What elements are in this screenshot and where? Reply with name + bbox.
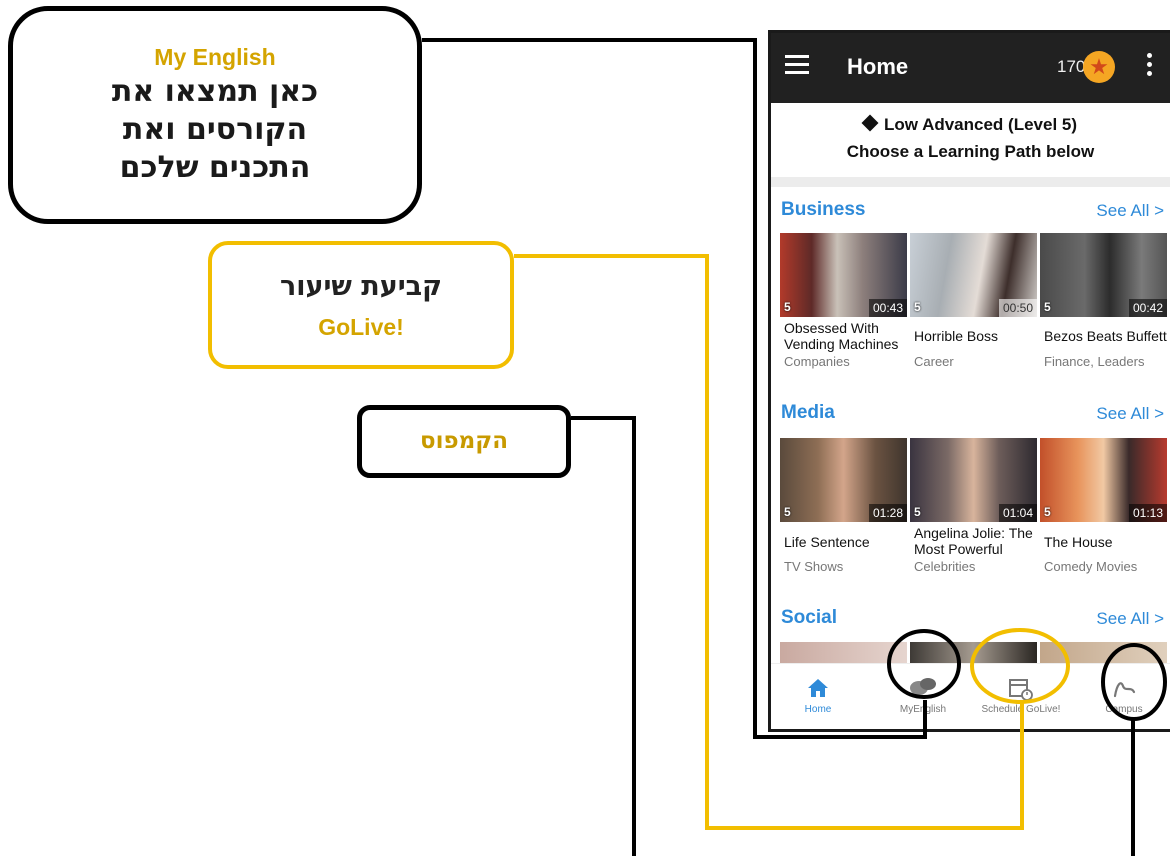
video-thumbnail[interactable]: 5 01:13 (1040, 438, 1167, 522)
app-bar: Home 170 ★ (771, 33, 1170, 103)
my-english-callout-text: כאן תמצאו את הקורסים ואת התכנים שלכם (111, 74, 319, 185)
video-category: TV Shows (784, 559, 844, 574)
video-category: Companies (784, 354, 850, 369)
my-english-callout: My English כאן תמצאו את הקורסים ואת התכנ… (8, 6, 422, 224)
level-badge: 5 (1044, 300, 1051, 314)
video-thumbnail[interactable]: 5 00:50 (910, 233, 1037, 317)
video-tile[interactable]: 5 00:50 Horrible Boss Career (910, 233, 1037, 370)
chat-bubbles-icon (873, 676, 973, 704)
video-category: Comedy Movies (1044, 559, 1138, 574)
see-all-business-link[interactable]: See All > (1096, 201, 1164, 221)
duration-badge: 01:04 (998, 504, 1037, 522)
video-title: Horrible Boss (914, 328, 999, 344)
campus-callout: הקמפוס (357, 405, 571, 478)
see-all-media-link[interactable]: See All > (1096, 404, 1164, 424)
video-thumbnail[interactable]: 5 00:43 (780, 233, 907, 317)
duration-badge: 00:43 (868, 299, 907, 317)
video-thumbnail[interactable] (910, 642, 1037, 663)
video-title: Angelina Jolie: The Most Powerful (914, 525, 1033, 557)
duration-badge: 00:50 (998, 299, 1037, 317)
level-badge: 5 (1044, 505, 1051, 519)
golive-callout-title: GoLive! (318, 314, 404, 340)
nav-campus[interactable]: Campus (1074, 676, 1170, 715)
more-options-icon[interactable] (1147, 53, 1153, 80)
video-title: Obsessed With Vending Machines (784, 320, 899, 352)
video-thumbnail[interactable] (1040, 642, 1167, 663)
nav-label: MyEnglish (899, 704, 947, 715)
my-english-callout-title: My English (154, 44, 276, 70)
video-tile[interactable]: 5 00:42 Bezos Beats Buffett Finance, Lea… (1040, 233, 1167, 370)
level-header: Low Advanced (Level 5) Choose a Learning… (771, 111, 1170, 165)
home-icon (771, 676, 868, 704)
section-title-social: Social (781, 607, 837, 628)
video-thumbnail[interactable]: 5 01:04 (910, 438, 1037, 522)
video-category: Career (914, 354, 954, 369)
calendar-clock-icon (971, 676, 1071, 704)
bottom-navigation: Home MyEnglish Schedule GoLive! Campus (771, 663, 1170, 729)
section-title-business: Business (781, 199, 866, 220)
video-thumbnail[interactable]: 5 01:28 (780, 438, 907, 522)
duration-badge: 01:13 (1128, 504, 1167, 522)
learning-path-subtitle: Choose a Learning Path below (846, 142, 1095, 161)
video-tile[interactable]: 5 01:04 Angelina Jolie: The Most Powerfu… (910, 438, 1037, 575)
campus-swoosh-icon (1074, 676, 1170, 704)
level-badge: 5 (914, 300, 921, 314)
duration-badge: 01:28 (868, 504, 907, 522)
nav-label: Schedule GoLive! (981, 704, 1061, 715)
level-badge: 5 (914, 505, 921, 519)
golive-callout-text: קביעת שיעור (279, 271, 443, 302)
video-thumbnail[interactable] (780, 642, 907, 663)
level-badge: 5 (784, 505, 791, 519)
video-tile[interactable]: 5 00:43 Obsessed With Vending Machines C… (780, 233, 907, 370)
level-text: Low Advanced (Level 5) (883, 115, 1078, 134)
nav-myenglish[interactable]: MyEnglish (873, 676, 973, 715)
phone-screen: Home 170 ★ Low Advanced (Level 5) Choose… (768, 30, 1170, 732)
section-title-media: Media (781, 402, 835, 423)
video-tile[interactable]: 5 01:13 The House Comedy Movies (1040, 438, 1167, 575)
golive-callout: קביעת שיעור GoLive! (208, 241, 514, 369)
coin-count: 170 (1057, 57, 1086, 76)
section-divider (771, 177, 1170, 187)
star-coin-icon[interactable]: ★ (1083, 51, 1115, 83)
nav-label: Campus (1105, 704, 1143, 715)
nav-home[interactable]: Home (771, 676, 868, 715)
campus-connector (571, 416, 636, 856)
video-thumbnail[interactable]: 5 00:42 (1040, 233, 1167, 317)
video-category: Finance, Leaders (1044, 354, 1145, 369)
level-diamond-icon (861, 114, 879, 132)
video-category: Celebrities (914, 559, 976, 574)
nav-label: Home (804, 704, 832, 715)
see-all-social-link[interactable]: See All > (1096, 609, 1164, 629)
video-title: Life Sentence (784, 534, 870, 550)
nav-schedule-golive[interactable]: Schedule GoLive! (971, 676, 1071, 715)
video-title: Bezos Beats Buffett (1044, 328, 1167, 344)
hamburger-menu-icon[interactable] (785, 55, 809, 75)
level-badge: 5 (784, 300, 791, 314)
duration-badge: 00:42 (1128, 299, 1167, 317)
video-title: The House (1044, 534, 1113, 550)
app-title: Home (847, 54, 909, 79)
video-tile[interactable]: 5 01:28 Life Sentence TV Shows (780, 438, 907, 575)
